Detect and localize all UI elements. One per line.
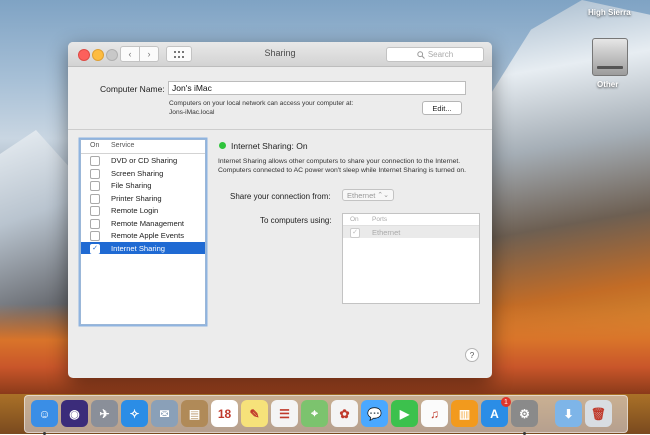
ibooks-icon[interactable]: ▥	[451, 400, 478, 427]
dock-item[interactable]: ▥	[451, 400, 478, 427]
computer-name-pane: Computer Name: Jon's iMac Computers on y…	[68, 67, 492, 130]
facetime-icon[interactable]: ▶	[391, 400, 418, 427]
service-label: Remote Login	[111, 206, 159, 215]
dock-item[interactable]: ✈	[91, 400, 118, 427]
trash-icon[interactable]: 🗑	[585, 400, 612, 427]
dock-item[interactable]: ☰	[271, 400, 298, 427]
titlebar[interactable]: ‹ › Sharing Search	[68, 42, 492, 67]
dock: ☺ ◉ ✈ ✧ ✉ ▤ 18 ✎ ☰ ⌖ ✿ 💬 ▶ ♫ ▥ A 1 ⚙ ⬇ 🗑	[24, 395, 628, 435]
updown-chevron-icon: ⌃⌄	[377, 192, 389, 199]
messages-icon[interactable]: 💬	[361, 400, 388, 427]
share-from-value: Ethernet	[347, 190, 376, 200]
edit-button[interactable]: Edit...	[422, 101, 462, 115]
photos-icon[interactable]: ✿	[331, 400, 358, 427]
ports-col-ports: Ports	[372, 216, 388, 223]
service-checkbox[interactable]	[90, 156, 100, 166]
service-row[interactable]: Remote Apple Events	[81, 229, 205, 242]
status-text: Internet Sharing: On	[231, 141, 308, 151]
service-label: Internet Sharing	[111, 243, 166, 253]
launchpad-icon[interactable]: ✈	[91, 400, 118, 427]
dock-item[interactable]: ✿	[331, 400, 358, 427]
contacts-icon[interactable]: ▤	[181, 400, 208, 427]
downloads-folder-icon[interactable]: ⬇	[555, 400, 582, 427]
service-checkbox[interactable]	[90, 181, 100, 191]
dock-item[interactable]: ▶	[391, 400, 418, 427]
col-on: On	[90, 142, 100, 149]
port-label: Ethernet	[372, 228, 401, 237]
system-preferences-icon[interactable]: ⚙	[511, 400, 538, 427]
service-row[interactable]: Remote Login	[81, 204, 205, 217]
service-label: Screen Sharing	[111, 168, 164, 178]
service-row[interactable]: Screen Sharing	[81, 167, 205, 180]
col-service: Service	[111, 142, 135, 149]
service-list[interactable]: On Service DVD or CD Sharing Screen Shari…	[80, 139, 206, 325]
notification-badge: 1	[501, 397, 511, 407]
ports-table[interactable]: On Ports ✓ Ethernet	[342, 213, 480, 304]
service-row[interactable]: Remote Management	[81, 217, 205, 230]
dock-item[interactable]: ✎	[241, 400, 268, 427]
dock-item[interactable]: ⌖	[301, 400, 328, 427]
reminders-icon[interactable]: ☰	[271, 400, 298, 427]
computer-name-description: Computers on your local network can acce…	[169, 99, 353, 117]
sharing-window: ‹ › Sharing Search Computer Name: Jon's …	[68, 42, 492, 378]
dock-item[interactable]: ☺	[31, 400, 58, 435]
itunes-icon[interactable]: ♫	[421, 400, 448, 427]
dock-item[interactable]: ✉	[151, 400, 178, 427]
drive-icon[interactable]	[592, 38, 628, 76]
siri-icon[interactable]: ◉	[61, 400, 88, 427]
dock-item[interactable]: ◉	[61, 400, 88, 427]
service-row[interactable]: ✓ Internet Sharing	[81, 241, 205, 254]
computer-name-input[interactable]: Jon's iMac	[168, 81, 466, 95]
port-row[interactable]: ✓ Ethernet	[343, 226, 479, 238]
service-row[interactable]: File Sharing	[81, 179, 205, 192]
desktop-label-other[interactable]: Other	[597, 80, 618, 89]
internet-sharing-description: Internet Sharing allows other computers …	[218, 158, 467, 174]
dock-item[interactable]: ♫	[421, 400, 448, 427]
dock-item[interactable]: 🗑	[585, 400, 612, 427]
finder-icon[interactable]: ☺	[31, 400, 58, 427]
search-field[interactable]: Search	[386, 47, 484, 62]
maps-icon[interactable]: ⌖	[301, 400, 328, 427]
search-placeholder: Search	[427, 50, 454, 59]
dock-item[interactable]: ⚙	[511, 400, 538, 435]
ports-col-on: On	[350, 216, 359, 223]
service-checkbox[interactable]	[90, 218, 100, 229]
help-button[interactable]: ?	[465, 348, 479, 362]
dock-item[interactable]: 18	[211, 400, 238, 427]
dock-item[interactable]: ▤	[181, 400, 208, 427]
service-checkbox[interactable]	[90, 193, 100, 204]
ports-table-header: On Ports	[343, 214, 479, 226]
dock-item[interactable]: A1	[481, 397, 511, 427]
computer-name-label: Computer Name:	[100, 84, 165, 94]
service-label: Remote Management	[111, 218, 185, 228]
service-checkbox[interactable]	[90, 231, 100, 241]
status-indicator	[219, 142, 226, 149]
port-checkbox[interactable]: ✓	[350, 228, 360, 238]
service-checkbox[interactable]	[90, 206, 100, 216]
dock-item[interactable]: ✧	[121, 400, 148, 427]
service-label: Remote Apple Events	[111, 231, 185, 240]
service-row[interactable]: DVD or CD Sharing	[81, 154, 205, 167]
service-list-header: On Service	[81, 140, 205, 154]
computer-name-desc-line1: Computers on your local network can acce…	[169, 100, 354, 107]
search-icon	[417, 50, 425, 59]
share-from-label: Share your connection from:	[230, 192, 331, 201]
service-label: Printer Sharing	[111, 193, 162, 203]
service-label: File Sharing	[111, 181, 152, 190]
desktop-label-high-sierra[interactable]: High Sierra	[588, 8, 631, 17]
service-label: DVD or CD Sharing	[111, 156, 178, 165]
service-row[interactable]: Printer Sharing	[81, 192, 205, 205]
safari-icon[interactable]: ✧	[121, 400, 148, 427]
computer-name-desc-line2: Jons-iMac.local	[169, 109, 215, 116]
notes-icon[interactable]: ✎	[241, 400, 268, 427]
mail-icon[interactable]: ✉	[151, 400, 178, 427]
dock-item[interactable]: ⬇	[555, 400, 582, 427]
service-checkbox[interactable]: ✓	[90, 243, 100, 254]
service-checkbox[interactable]	[90, 168, 100, 179]
to-computers-label: To computers using:	[260, 216, 332, 225]
dock-item[interactable]: 💬	[361, 400, 388, 427]
share-from-select[interactable]: Ethernet ⌃⌄	[342, 189, 394, 201]
calendar-icon[interactable]: 18	[211, 400, 238, 427]
